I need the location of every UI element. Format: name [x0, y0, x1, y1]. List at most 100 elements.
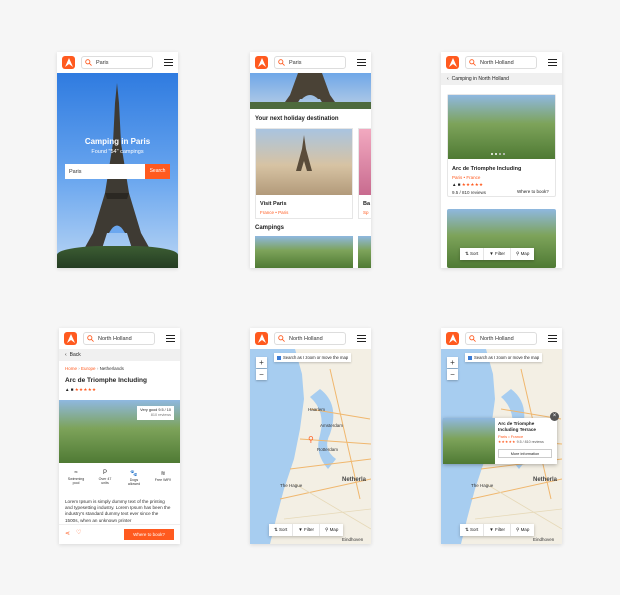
search-input[interactable]: North Holland	[83, 332, 155, 345]
sort-button[interactable]: ⇅ Sort	[269, 524, 294, 536]
camping-photo[interactable]	[255, 236, 353, 268]
menu-icon[interactable]	[548, 59, 557, 66]
tree-line	[250, 102, 371, 109]
top-bar: North Holland	[59, 328, 180, 349]
hero-search-button[interactable]: Search	[145, 164, 170, 179]
map-label-the-hague: The Hague	[471, 483, 494, 488]
top-bar: North Holland	[250, 328, 371, 349]
map-button[interactable]: ⚲ Map	[511, 524, 534, 536]
menu-icon[interactable]	[548, 335, 557, 342]
screen-destinations: Paris Your next holiday destination Visi…	[250, 52, 371, 268]
screen-search-hero: Paris Camping in Paris Found "54" campin…	[57, 52, 178, 268]
top-bar: Paris	[250, 52, 371, 73]
land-shape	[270, 349, 371, 544]
share-icon[interactable]: ⋖	[65, 530, 70, 537]
camping-title: Arc de Triomphe Including	[452, 166, 522, 172]
search-input[interactable]: North Holland	[465, 332, 537, 345]
rating-text: 9.5 / 810 reviews	[452, 190, 487, 195]
hero-search-input[interactable]: Paris	[65, 164, 145, 179]
top-bar: North Holland	[441, 52, 562, 73]
search-icon	[278, 59, 285, 66]
search-icon	[469, 59, 476, 66]
search-input[interactable]: North Holland	[465, 56, 537, 69]
map-view[interactable]: + − Search as I zoom or move the map The…	[441, 349, 562, 544]
popup-location: Paris • France	[498, 434, 524, 439]
breadcrumb-home[interactable]: Home	[65, 366, 77, 371]
zoom-in-button[interactable]: +	[447, 357, 458, 368]
search-value: North Holland	[480, 335, 514, 342]
zoom-out-button[interactable]: −	[447, 369, 458, 380]
hero-title: Camping in Paris	[84, 137, 151, 146]
map-toolbar: ⇅ Sort ▼ Filter ⚲ Map	[269, 524, 344, 536]
amenity-wifi: ≋ Free WiFi!	[154, 471, 172, 482]
map-label-amsterdam: Amsterdam	[320, 423, 344, 428]
hero-subtitle: Found "54" campings	[91, 149, 144, 155]
menu-icon[interactable]	[164, 59, 173, 66]
popup-photo	[443, 418, 495, 464]
back-bar[interactable]: ‹ Back	[59, 349, 180, 361]
top-bar: North Holland	[441, 328, 562, 349]
rating-badge-reviews: 810 reviews	[150, 413, 171, 417]
carousel-dots[interactable]	[491, 153, 505, 155]
amenity-dogs: 🐾 Dogs allowed	[124, 470, 144, 486]
filter-button[interactable]: ▼ Filter	[293, 524, 321, 536]
breadcrumb-netherlands: Netherlands	[99, 366, 124, 371]
brand-logo-icon[interactable]	[64, 332, 77, 345]
zoom-out-button[interactable]: −	[256, 369, 267, 380]
brand-logo-icon[interactable]	[255, 332, 268, 345]
tent-icon: ▲	[452, 182, 457, 187]
sort-button[interactable]: ⇅ Sort	[460, 248, 485, 260]
camping-photo[interactable]: Very good 9.5 / 10 810 reviews	[59, 400, 180, 463]
breadcrumb-bar[interactable]: ‹ Camping in North Holland	[441, 73, 562, 85]
more-information-button[interactable]: More information	[498, 449, 552, 458]
destination-card-paris[interactable]: Visit Paris France • Paris	[255, 128, 353, 219]
brand-logo-icon[interactable]	[255, 56, 268, 69]
camping-card[interactable]: Arc de Triomphe Including Paris • France…	[447, 94, 556, 197]
brand-logo-icon[interactable]	[446, 56, 459, 69]
map-button[interactable]: ⚲ Map	[511, 248, 534, 260]
checkbox-checked-icon	[277, 355, 281, 360]
parking-icon: P	[102, 470, 107, 476]
close-icon[interactable]: ×	[550, 412, 559, 421]
menu-icon[interactable]	[357, 59, 366, 66]
menu-icon[interactable]	[357, 335, 366, 342]
chevron-left-icon: ‹	[65, 352, 67, 358]
brand-logo-icon[interactable]	[62, 56, 75, 69]
amenity-swimming-pool: ≈ Swimming pool	[67, 470, 85, 485]
where-to-book-link[interactable]: Where to book?	[517, 189, 549, 194]
zoom-in-button[interactable]: +	[256, 357, 267, 368]
search-input[interactable]: Paris	[81, 56, 153, 69]
search-input[interactable]: North Holland	[274, 332, 346, 345]
checkbox-checked-icon	[468, 355, 472, 360]
caravan-icon: ■	[457, 182, 461, 187]
section-title-campings: Campings	[255, 225, 285, 231]
camping-popup[interactable]: Arc de Triomphe Including Terrace Paris …	[443, 418, 557, 464]
caravan-icon: ■	[70, 387, 74, 392]
hero-image-strip	[250, 73, 371, 109]
map-pin-icon[interactable]: ⚲	[308, 435, 314, 444]
section-title-destinations: Your next holiday destination	[255, 116, 339, 122]
camping-photo[interactable]	[358, 236, 371, 268]
heart-icon[interactable]: ♡	[76, 529, 81, 536]
sort-button[interactable]: ⇅ Sort	[460, 524, 485, 536]
map-view[interactable]: + − Search as I zoom or move the map Haa…	[250, 349, 371, 544]
search-input[interactable]: Paris	[274, 56, 346, 69]
menu-icon[interactable]	[166, 335, 175, 342]
map-button[interactable]: ⚲ Map	[320, 524, 343, 536]
search-as-i-move-checkbox[interactable]: Search as I zoom or move the map	[274, 353, 352, 362]
search-as-i-move-checkbox[interactable]: Search as I zoom or move the map	[465, 353, 543, 362]
breadcrumb-europe[interactable]: Europe	[81, 366, 96, 371]
destination-card-next[interactable]: Ba Sp	[358, 128, 371, 219]
filter-button[interactable]: ▼ Filter	[484, 524, 512, 536]
breadcrumb: Camping in North Holland	[451, 76, 509, 82]
screen-map-popup: North Holland + − Search as I zoom or mo…	[441, 328, 562, 544]
chevron-left-icon: ‹	[447, 76, 449, 82]
filter-button[interactable]: ▼ Filter	[484, 248, 512, 260]
map-label-the-hague: The Hague	[280, 483, 303, 488]
popup-title: Arc de Triomphe Including Terrace	[498, 421, 536, 432]
list-toolbar: ⇅ Sort ▼ Filter ⚲ Map	[460, 248, 535, 260]
brand-logo-icon[interactable]	[446, 332, 459, 345]
map-label-eindhoven: Eindhoven	[533, 537, 555, 542]
card-title: Visit Paris	[260, 201, 287, 207]
where-to-book-button[interactable]: Where to book?	[124, 529, 174, 540]
